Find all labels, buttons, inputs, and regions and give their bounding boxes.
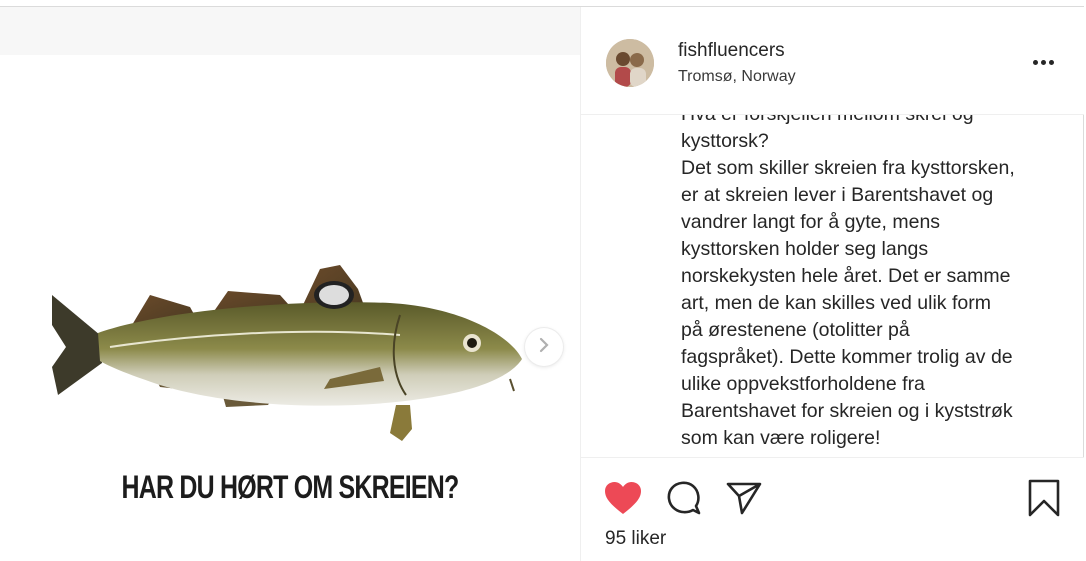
cod-fish-image [40, 255, 530, 455]
caption-scroll-area[interactable]: Hva er forskjellen mellom skrei og kystt… [581, 115, 1084, 457]
comment-icon [666, 480, 702, 521]
avatar[interactable] [606, 39, 654, 87]
comment-button[interactable] [664, 480, 704, 520]
likes-count[interactable]: 95 liker [605, 528, 666, 550]
post-header: fishfluencers Tromsø, Norway [581, 7, 1084, 115]
heart-filled-icon [604, 481, 642, 520]
dot [1033, 59, 1038, 65]
more-options-button[interactable] [1033, 57, 1057, 67]
post-card: HAR DU HØRT OM SKREIEN? fishfluencers Tr… [0, 6, 1084, 561]
media-headline: HAR DU HØRT OM SKREIEN? [121, 469, 459, 505]
share-button[interactable] [724, 480, 764, 520]
action-bar: 95 liker [581, 457, 1084, 561]
dot [1049, 59, 1054, 65]
like-button[interactable] [603, 480, 643, 520]
post-caption: Hva er forskjellen mellom skrei og kystt… [681, 115, 1015, 449]
save-button[interactable] [1024, 479, 1064, 522]
bookmark-icon [1028, 479, 1060, 522]
chevron-right-icon [537, 337, 551, 358]
paper-plane-icon [726, 481, 762, 520]
post-media: HAR DU HØRT OM SKREIEN? [0, 7, 580, 561]
post-sidebar: fishfluencers Tromsø, Norway Hva er fors… [581, 7, 1084, 561]
dot [1041, 59, 1046, 65]
media-top-band [0, 7, 580, 55]
next-image-button[interactable] [525, 328, 563, 366]
username-link[interactable]: fishfluencers [678, 40, 785, 62]
location-link[interactable]: Tromsø, Norway [678, 68, 796, 86]
